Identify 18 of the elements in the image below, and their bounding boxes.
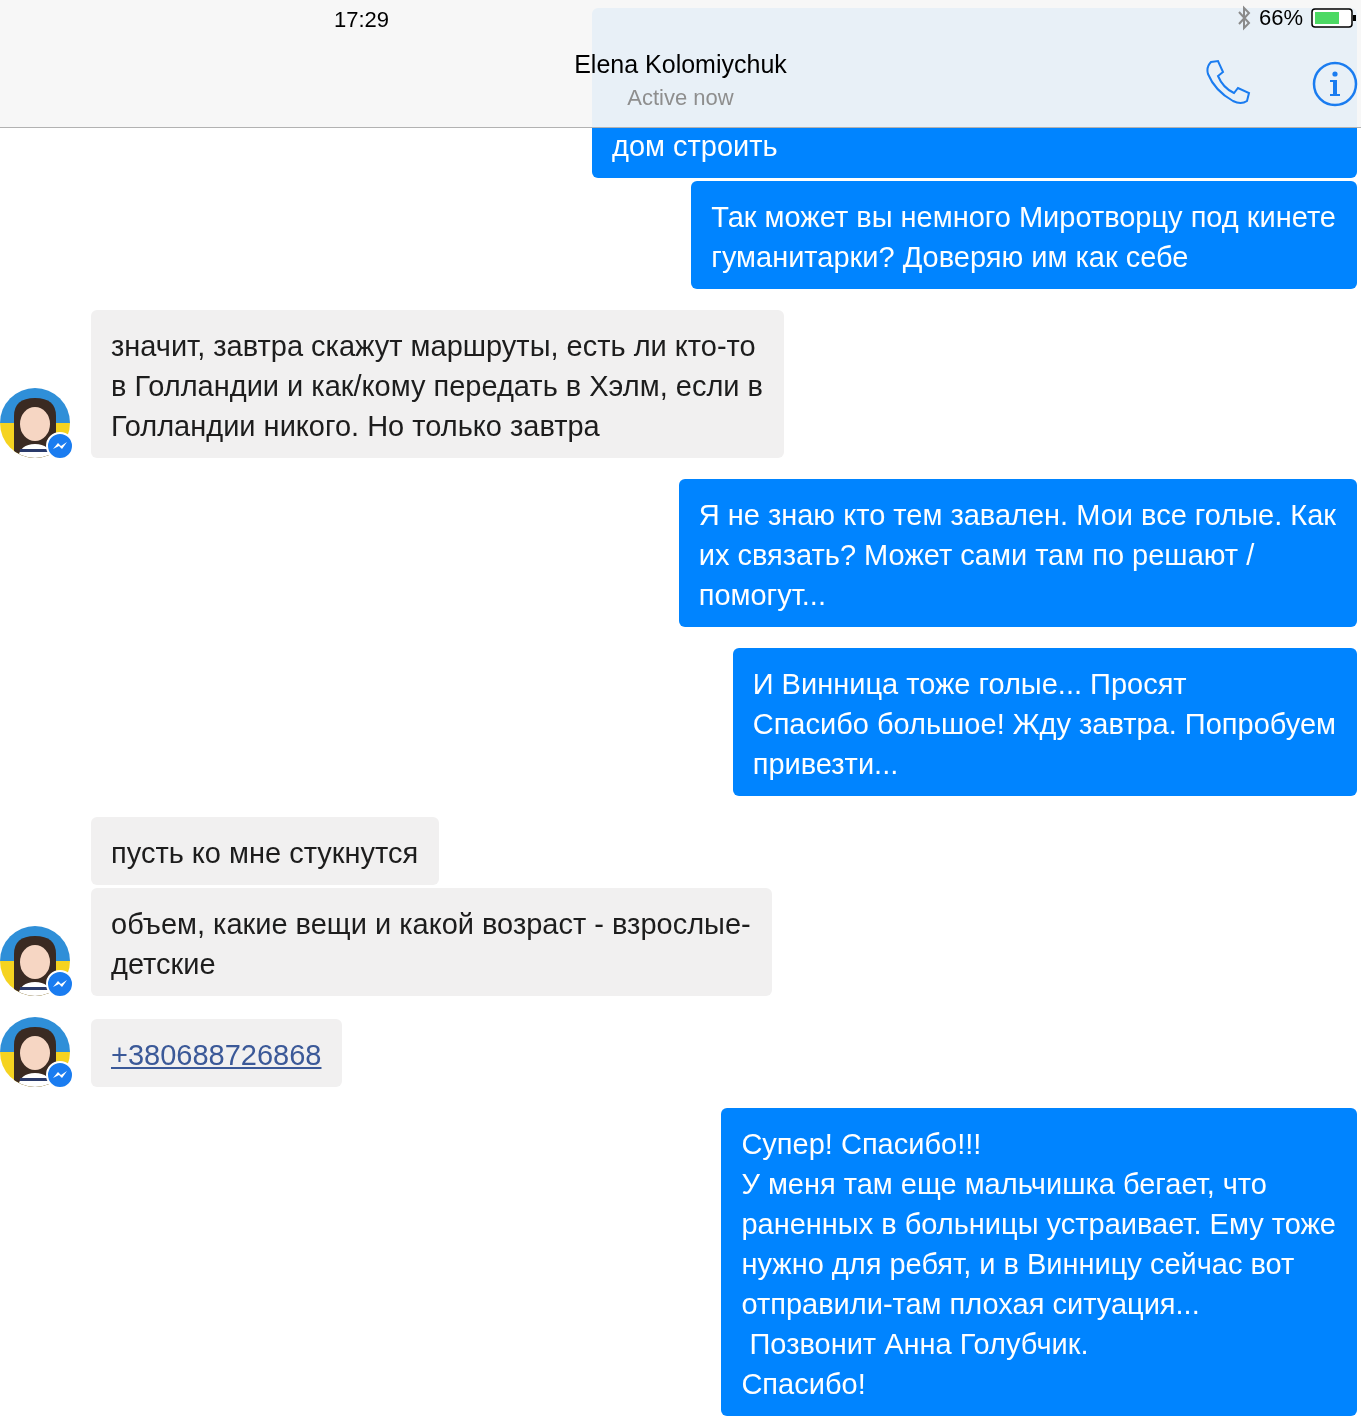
bluetooth-icon — [1236, 5, 1251, 31]
message-bubble: Супер! Спасибо!!! У меня там еще мальчишка бегает, что раненных в больницы устраивает. Ему тоже нужно для ребят, и в Винницу сейчас вот отправили-там плохая ситуация... Позвонит Анна Голубчик. Спасибо! — [721, 1108, 1357, 1416]
message-bubble: Я не знаю кто тем завален. Мои все голые. Как их связать? Может сами там по решают / помогут... — [678, 479, 1357, 627]
info-icon[interactable] — [1312, 61, 1358, 107]
messenger-badge-icon — [46, 432, 74, 460]
status-time: 17:29 — [334, 7, 390, 33]
phone-call-icon[interactable] — [1203, 58, 1251, 106]
message-bubble: значит, завтра скажут маршруты, есть ли кто-то в Голландии и как/кому передать в Хэлм, если в Голландии никого. Но только завтра — [91, 310, 784, 458]
messenger-badge-icon — [46, 1061, 74, 1089]
message-bubble: объем, какие вещи и какой возраст - взрослые- детские — [91, 888, 772, 996]
active-status: Active now — [627, 85, 734, 111]
message-bubble: Так может вы немного Миротворцу под кинете гуманитарки? Доверяю им как себе — [691, 181, 1357, 289]
message-bubble: пусть ко мне стукнутся — [91, 817, 440, 885]
battery-percent: 66% — [1258, 5, 1303, 31]
battery-icon — [1311, 7, 1357, 29]
messenger-badge-icon — [46, 970, 74, 998]
message-bubble: И Винница тоже голые... Просят Спасибо большое! Жду завтра. Попробуем привезти... — [732, 648, 1357, 796]
phone-link[interactable]: +380688726868 — [111, 1039, 322, 1071]
